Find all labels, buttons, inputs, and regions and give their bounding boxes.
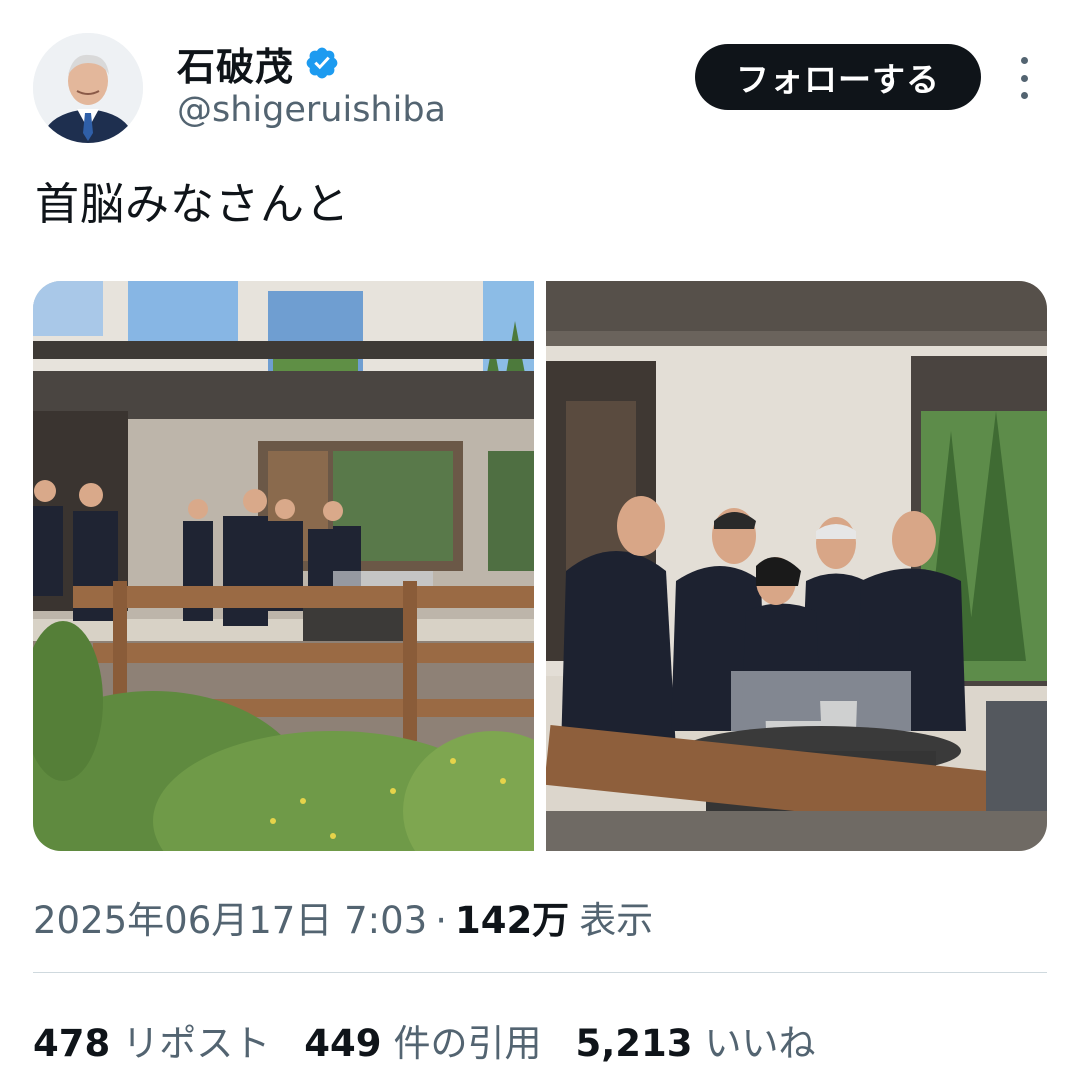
tweet-meta: 2025年06月17日 7:03 · 142万 表示 (33, 890, 653, 944)
engagement-stats: 478 リポスト 449 件の引用 5,213 いいね (33, 1013, 850, 1067)
display-name[interactable]: 石破茂 (177, 36, 294, 91)
meta-separator: · (435, 899, 447, 942)
quotes-stat[interactable]: 449 件の引用 (304, 1013, 541, 1067)
reposts-count: 478 (33, 1022, 111, 1065)
reposts-label: リポスト (122, 1022, 271, 1065)
likes-label: いいね (704, 1022, 816, 1065)
quotes-label: 件の引用 (393, 1022, 542, 1065)
more-vertical-icon[interactable] (1010, 57, 1038, 99)
follow-button[interactable]: フォローする (695, 44, 981, 110)
timestamp[interactable]: 2025年06月17日 7:03 (33, 890, 427, 944)
avatar[interactable] (33, 33, 143, 143)
author-handle[interactable]: @shigeruishiba (177, 90, 446, 130)
divider (33, 972, 1047, 973)
tweet-text: 首脳みなさんと (35, 179, 350, 230)
photo-left[interactable] (33, 281, 534, 851)
reposts-stat[interactable]: 478 リポスト (33, 1013, 270, 1067)
quotes-count: 449 (304, 1022, 382, 1065)
likes-count: 5,213 (575, 1022, 693, 1065)
author-name-row[interactable]: 石破茂 (177, 36, 340, 91)
views-label: 表示 (579, 899, 654, 942)
photo-right[interactable] (546, 281, 1047, 851)
views-count: 142万 (454, 899, 570, 942)
media-grid (33, 281, 1047, 851)
likes-stat[interactable]: 5,213 いいね (575, 1013, 815, 1067)
verified-badge-icon[interactable] (304, 45, 340, 81)
